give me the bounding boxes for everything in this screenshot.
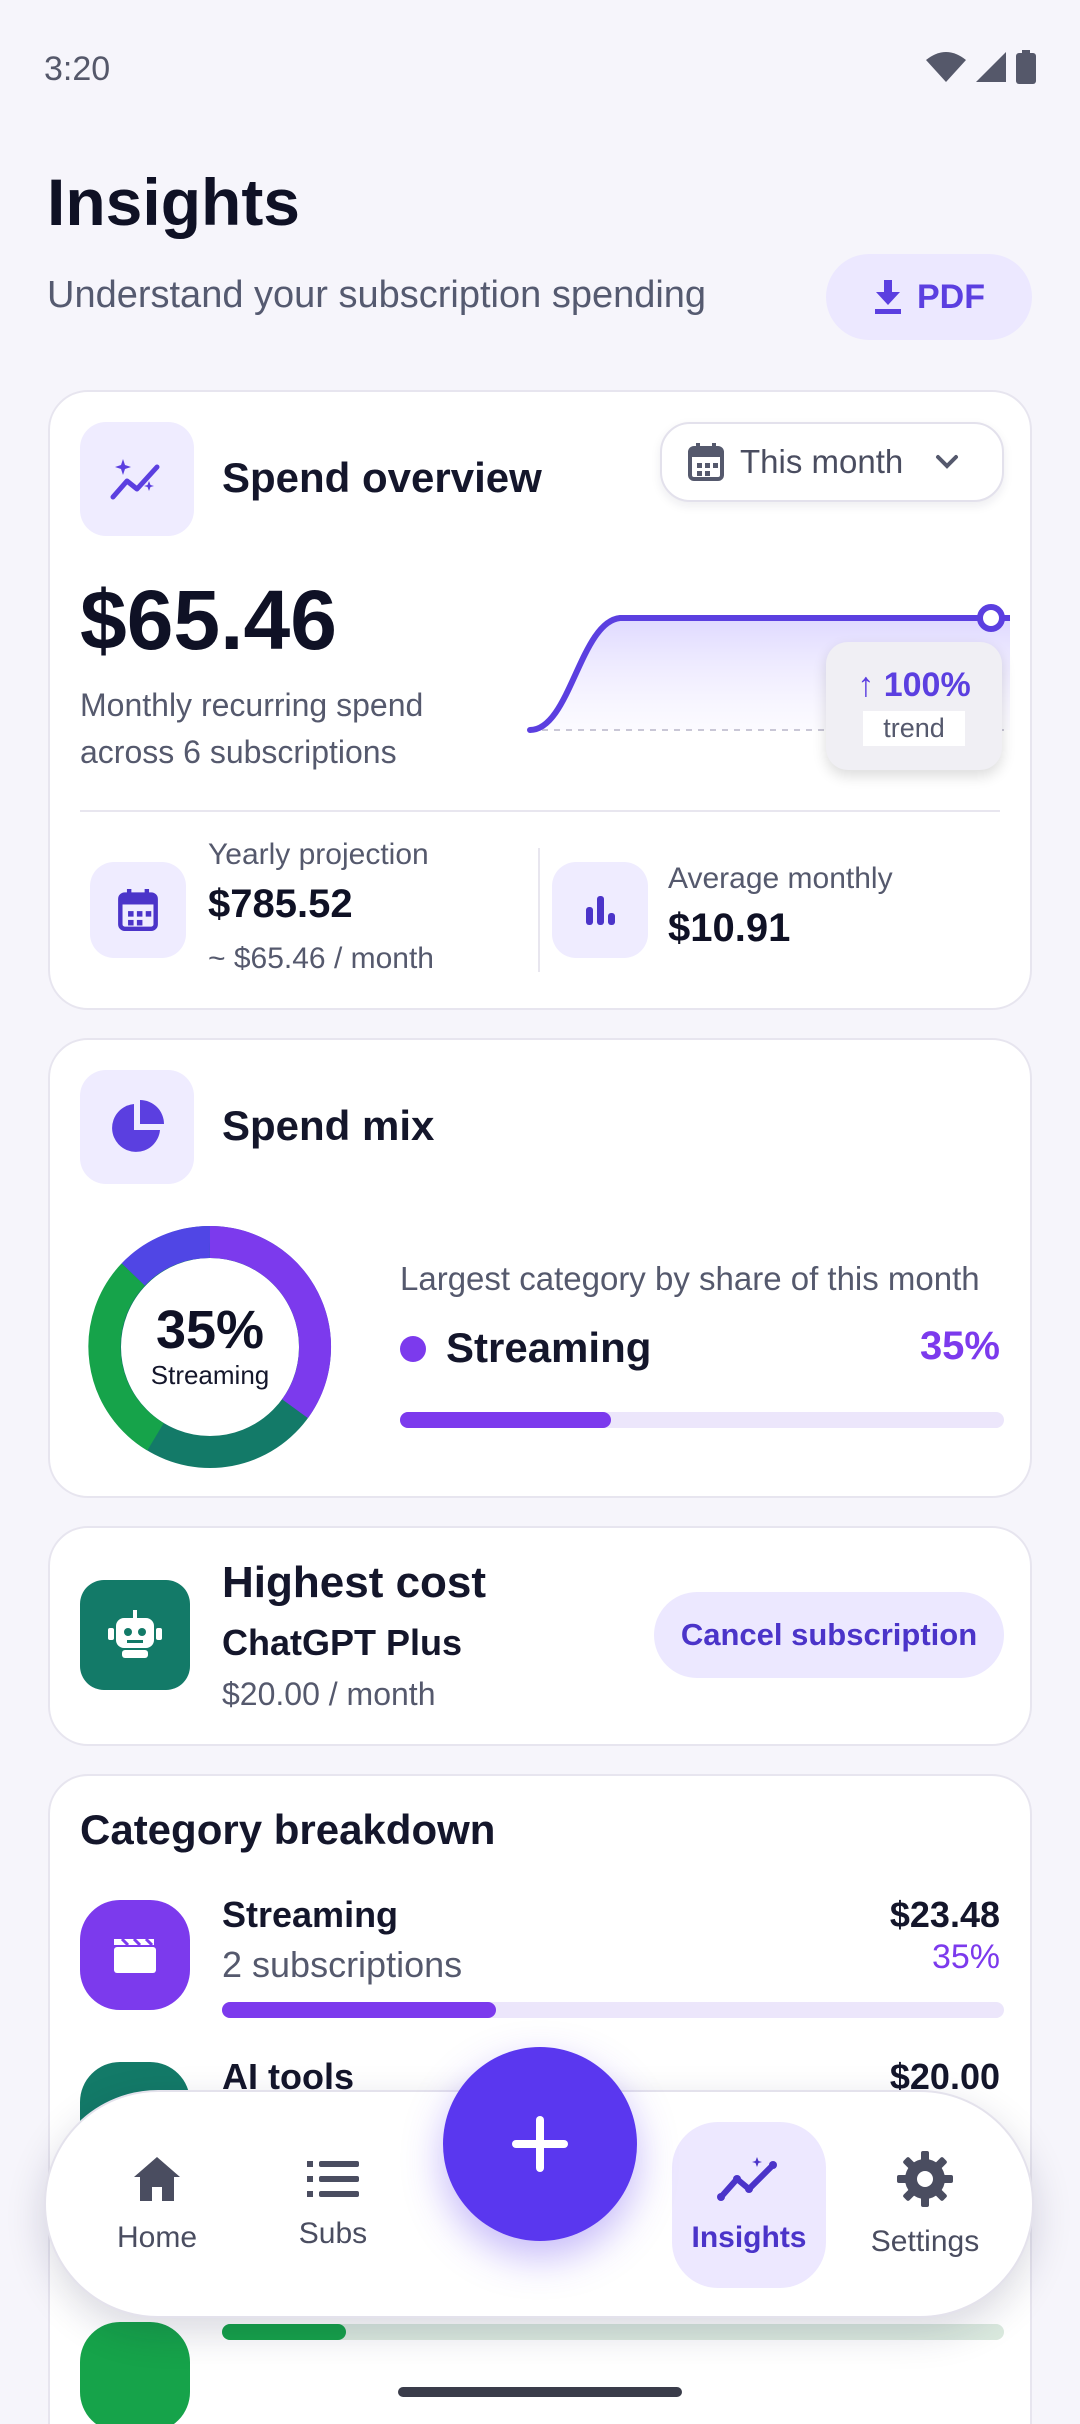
signal-icon — [976, 52, 1006, 82]
calendar-icon — [118, 889, 158, 931]
mix-caption: Largest category by share of this month — [400, 1260, 980, 1297]
category-count: 2 subscriptions — [222, 1944, 463, 1985]
spend-mix-card: Spend mix 35% Streaming Largest category… — [48, 1038, 1032, 1498]
streaming-category-icon-tile — [80, 1900, 190, 2010]
nav-insights-label: Insights — [691, 2221, 807, 2254]
top-category-bar-fill — [400, 1412, 612, 1428]
status-time: 3:20 — [44, 50, 111, 88]
highest-cost-card: Highest cost ChatGPT Plus $20.00 / month… — [48, 1526, 1032, 1746]
home-icon — [134, 2157, 180, 2201]
clapperboard-icon — [114, 1937, 156, 1973]
highest-cost-name: ChatGPT Plus — [222, 1622, 463, 1663]
period-select-label: This month — [740, 443, 904, 480]
nav-settings[interactable]: Settings — [848, 2122, 1002, 2288]
monthly-spend-amount: $65.46 — [80, 573, 337, 667]
category-icon-tile — [80, 2322, 190, 2424]
yearly-sub: ~ $65.46 / month — [208, 942, 434, 975]
pie-chart-icon — [112, 1100, 164, 1152]
highest-cost-title: Highest cost — [222, 1558, 487, 1607]
mix-icon-tile — [80, 1070, 194, 1184]
page-subtitle: Understand your subscription spending — [47, 274, 707, 316]
overview-divider — [80, 810, 1000, 812]
trend-value: ↑ 100% — [857, 666, 971, 704]
bar-chart-icon — [586, 896, 615, 925]
stats-divider — [538, 848, 540, 972]
yearly-icon-tile — [90, 862, 186, 958]
nav-settings-label: Settings — [870, 2225, 980, 2258]
monthly-spend-caption: Monthly recurring spend across 6 subscri… — [80, 687, 424, 770]
overview-title: Spend overview — [222, 454, 542, 501]
gear-icon — [897, 2151, 953, 2207]
category-name: Streaming — [222, 1894, 399, 1935]
average-icon-tile — [552, 862, 648, 958]
category-bar-fill — [222, 2002, 496, 2018]
home-indicator — [398, 2387, 682, 2397]
trend-badge: ↑ 100% trend — [826, 642, 1002, 770]
chevron-down-icon — [936, 455, 959, 469]
robot-icon-tile — [80, 1580, 190, 1690]
wifi-icon — [926, 52, 966, 82]
category-color-dot — [400, 1336, 426, 1362]
nav-subs-label: Subs — [298, 2217, 368, 2250]
nav-subs[interactable]: Subs — [256, 2122, 410, 2288]
top-category-percent: 35% — [919, 1324, 1000, 1368]
pdf-button-label: PDF — [917, 277, 985, 316]
yearly-value: $785.52 — [208, 882, 353, 926]
plus-icon — [512, 2116, 568, 2172]
download-icon — [875, 280, 901, 314]
donut-category: Streaming — [150, 1360, 270, 1390]
mix-title: Spend mix — [222, 1102, 435, 1149]
sparkle-trend-icon — [110, 459, 160, 500]
category-bar — [222, 2002, 1004, 2018]
list-icon — [307, 2161, 359, 2197]
category-percent: 35% — [931, 1938, 1000, 1976]
nav-home-label: Home — [116, 2221, 198, 2254]
average-value: $10.91 — [668, 906, 791, 950]
status-icons — [926, 50, 1036, 84]
top-category-name: Streaming — [446, 1324, 652, 1371]
yearly-label: Yearly projection — [208, 838, 429, 871]
period-select[interactable]: This month — [660, 422, 1004, 502]
breakdown-title: Category breakdown — [80, 1806, 496, 1853]
page-title: Insights — [47, 165, 301, 239]
trend-endpoint — [977, 604, 1005, 632]
donut-segment-indigo — [121, 1225, 211, 1286]
cancel-subscription-button[interactable]: Cancel subscription — [654, 1592, 1004, 1678]
highest-cost-price: $20.00 / month — [222, 1676, 436, 1712]
category-bar — [222, 2324, 1004, 2340]
category-bar-fill — [222, 2324, 346, 2340]
calendar-icon — [688, 443, 724, 481]
overview-icon-tile — [80, 422, 194, 536]
nav-insights[interactable]: Insights — [672, 2122, 826, 2288]
trend-label: trend — [863, 711, 965, 746]
category-amount: $23.48 — [889, 1894, 1000, 1935]
pdf-export-button[interactable]: PDF — [826, 254, 1032, 340]
average-label: Average monthly — [668, 862, 893, 895]
battery-icon — [1016, 50, 1036, 84]
spend-overview-card: Spend overview This month $65.46 Monthly… — [48, 390, 1032, 1010]
nav-home[interactable]: Home — [80, 2122, 234, 2288]
add-subscription-fab[interactable] — [443, 2047, 637, 2241]
donut-percent: 35% — [155, 1300, 265, 1360]
insights-icon — [717, 2157, 777, 2201]
donut-center: 35% Streaming — [90, 1300, 330, 1391]
top-category-bar — [400, 1412, 1004, 1428]
robot-icon — [108, 1610, 162, 1658]
